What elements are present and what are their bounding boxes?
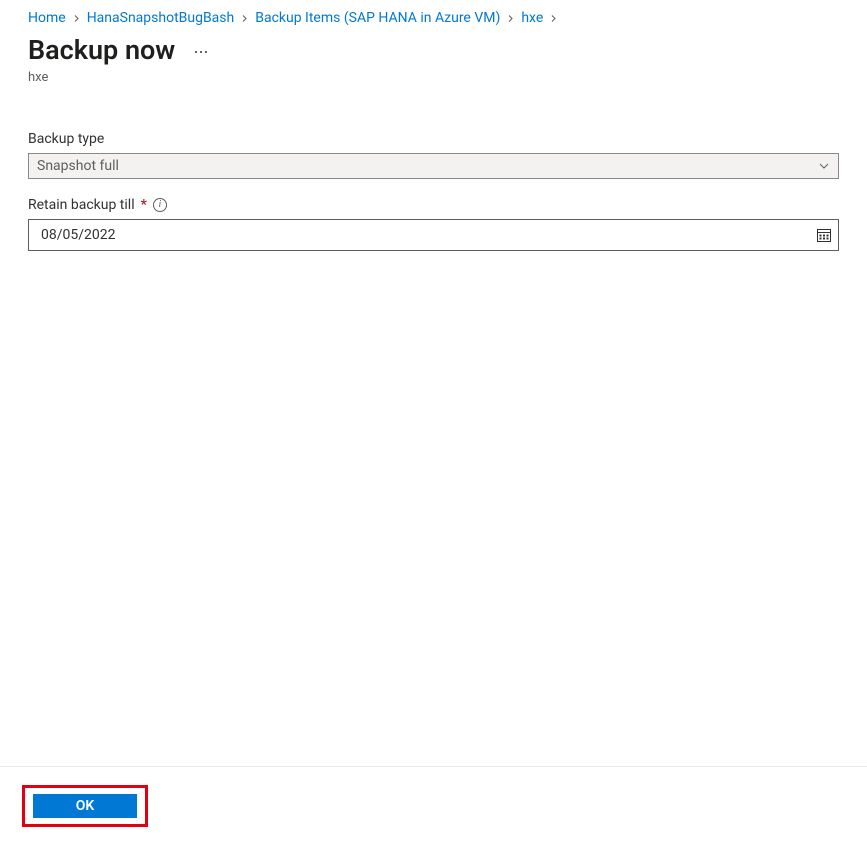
- required-marker: *: [141, 197, 147, 213]
- chevron-right-icon: [503, 14, 518, 23]
- backup-type-label: Backup type: [28, 131, 839, 147]
- ok-button[interactable]: OK: [33, 794, 137, 818]
- chevron-down-icon: [818, 160, 830, 172]
- page-title: Backup now: [28, 34, 175, 66]
- breadcrumb-item[interactable]: hxe: [521, 10, 543, 26]
- retain-till-label: Retain backup till: [28, 197, 135, 213]
- chevron-right-icon: [546, 14, 561, 23]
- breadcrumb-vault[interactable]: HanaSnapshotBugBash: [87, 10, 235, 26]
- more-actions-button[interactable]: [189, 39, 212, 65]
- breadcrumb: Home HanaSnapshotBugBash Backup Items (S…: [0, 0, 867, 32]
- footer-bar: OK: [0, 766, 867, 847]
- ok-highlight-box: OK: [22, 785, 148, 827]
- calendar-icon[interactable]: [816, 227, 832, 243]
- breadcrumb-backup-items[interactable]: Backup Items (SAP HANA in Azure VM): [255, 10, 500, 26]
- breadcrumb-home[interactable]: Home: [28, 10, 66, 26]
- chevron-right-icon: [69, 14, 84, 23]
- backup-type-value: Snapshot full: [37, 158, 119, 174]
- chevron-right-icon: [237, 14, 252, 23]
- retain-till-input[interactable]: [39, 226, 816, 244]
- info-icon[interactable]: i: [153, 198, 167, 212]
- backup-type-select[interactable]: Snapshot full: [28, 153, 839, 179]
- page-subtitle: hxe: [0, 66, 867, 85]
- retain-till-input-wrapper[interactable]: [28, 219, 839, 251]
